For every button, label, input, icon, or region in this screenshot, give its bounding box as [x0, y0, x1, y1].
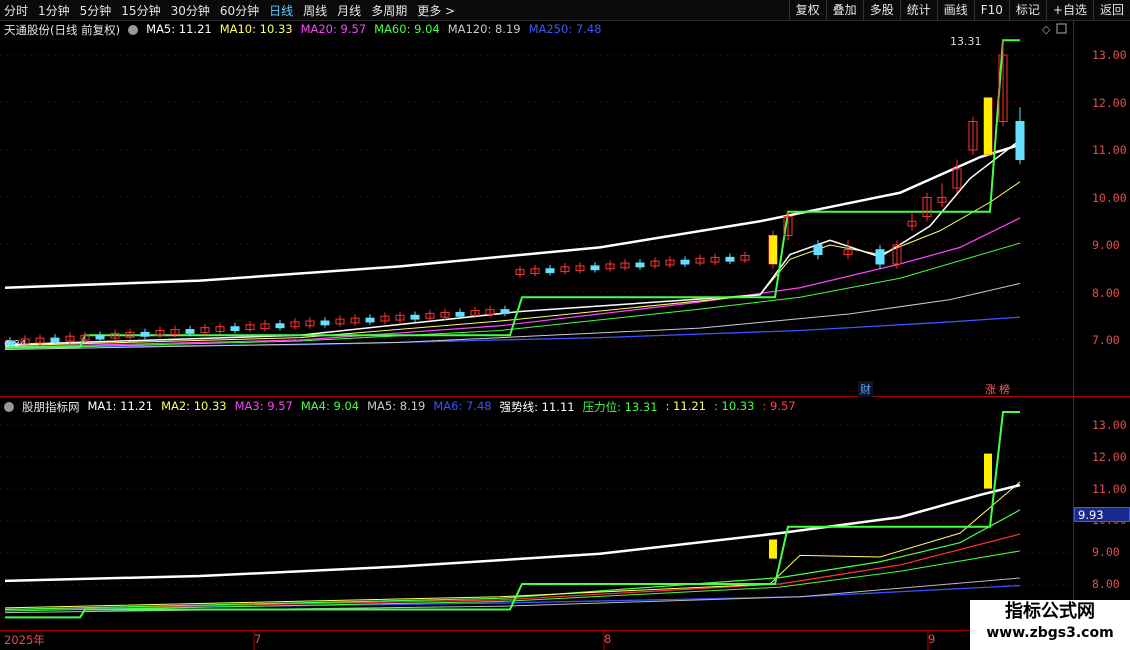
cursor-value: 9.93 [1074, 507, 1130, 522]
ytick-label: 11.00 [1092, 481, 1127, 496]
candle-body [725, 256, 735, 262]
date-label: 8 [604, 632, 612, 646]
rank-tag[interactable]: 榜 [997, 381, 1012, 397]
candle-body [680, 259, 690, 265]
candle-body [185, 329, 195, 334]
candle-body [365, 317, 375, 323]
candle-body [500, 309, 510, 314]
limit-bar [769, 235, 777, 264]
low-label: 6.84 [4, 339, 27, 350]
candle-body [813, 244, 823, 255]
finance-tag[interactable]: 财 [858, 381, 873, 397]
xaxis-separator [0, 630, 1130, 631]
ytick-label: 13.00 [1092, 48, 1127, 62]
panel-separator [0, 396, 1130, 397]
ma-line [4, 242, 1021, 350]
ytick-label: 9.00 [1092, 238, 1120, 252]
date-label: 2025年 [4, 633, 45, 647]
ma-line [4, 143, 1021, 289]
window-icon [1056, 23, 1067, 34]
candle-body [590, 265, 600, 271]
candle-body [50, 337, 60, 343]
ytick-label: 13.00 [1092, 418, 1127, 432]
sub-limit-bar [769, 539, 777, 559]
candle-body [455, 311, 465, 317]
diamond-icon: ◇ [1042, 23, 1051, 36]
ma-line [4, 316, 1021, 348]
candle-body [410, 314, 420, 320]
date-label: 9 [928, 632, 936, 646]
ytick-label: 11.00 [1092, 143, 1127, 157]
kline-chart[interactable]: ◇ [0, 0, 1130, 650]
ytick-label: 8.00 [1092, 285, 1120, 300]
limit-bar [984, 97, 992, 155]
limit-up-tag[interactable]: 涨 [983, 381, 998, 397]
sub-limit-bar [984, 453, 992, 489]
price-axis [1073, 20, 1130, 630]
ytick-label: 12.00 [1092, 449, 1127, 464]
ytick-label: 7.00 [1092, 333, 1120, 347]
candle-body [275, 323, 285, 329]
ma-line [4, 181, 1021, 347]
watermark: 指标公式网 www.zbgs3.com [970, 600, 1130, 650]
candle-body [875, 249, 885, 265]
sub-line [4, 483, 1021, 583]
candle-body [140, 331, 150, 337]
sub-line [4, 533, 1021, 611]
pressure-line [5, 39, 1020, 349]
ytick-label: 8.00 [1092, 577, 1120, 591]
sub-line [4, 481, 1021, 609]
watermark-url: www.zbgs3.com [986, 625, 1114, 641]
candle-body [230, 326, 240, 332]
ma-line [4, 139, 1021, 346]
high-label: 13.31 [950, 35, 982, 48]
candle-body [95, 334, 105, 340]
sub-pressure-line [5, 410, 1020, 619]
candle-body [320, 320, 330, 326]
ytick-label: 10.00 [1092, 190, 1127, 205]
candle-body [635, 262, 645, 268]
ytick-label: 12.00 [1092, 95, 1127, 110]
candle-body [1015, 121, 1025, 160]
watermark-title: 指标公式网 [1005, 601, 1095, 622]
candle-body [545, 268, 555, 274]
ytick-label: 9.00 [1092, 545, 1120, 560]
date-label: 7 [254, 632, 262, 646]
